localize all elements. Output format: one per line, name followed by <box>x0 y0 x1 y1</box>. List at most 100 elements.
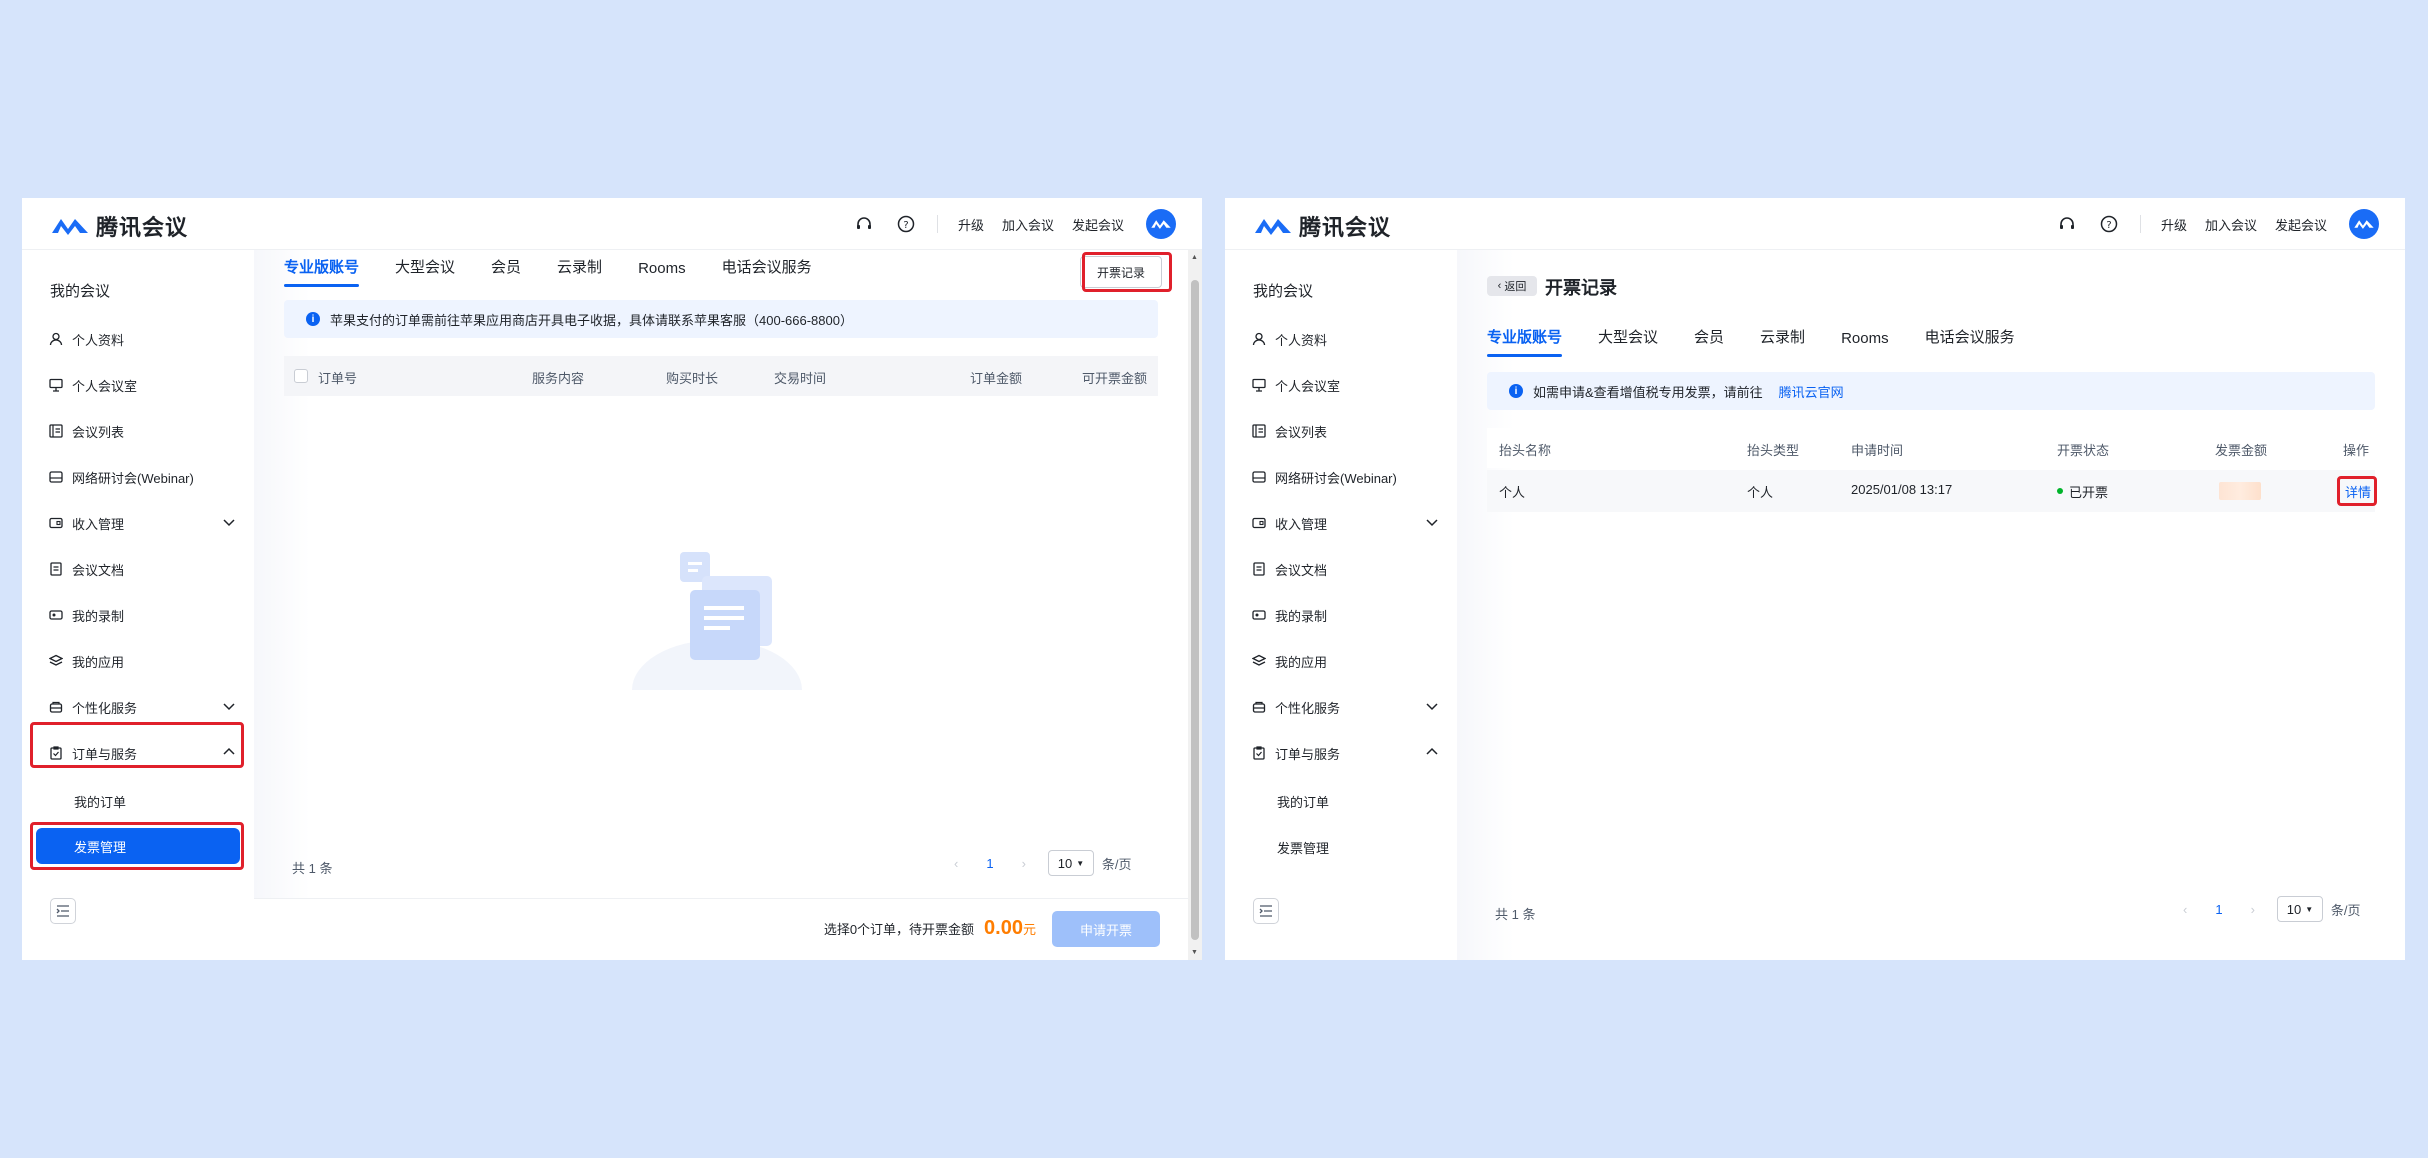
next-page-icon[interactable]: › <box>1022 856 1026 871</box>
collapse-sidebar-button[interactable] <box>50 898 76 924</box>
sidebar-item-meeting-list[interactable]: 会议列表 <box>1251 416 1451 446</box>
page-size-select[interactable]: 10 ▼ <box>1047 850 1094 876</box>
sidebar-item-income[interactable]: 收入管理 <box>48 508 248 538</box>
column-header: 服务内容 <box>532 371 585 386</box>
page-size-select[interactable]: 10 ▼ <box>2276 896 2323 922</box>
sidebar-item-meeting-room[interactable]: 个人会议室 <box>48 370 248 400</box>
sidebar-item-label: 收入管理 <box>1275 516 1328 532</box>
app-logo[interactable]: 腾讯会议 <box>50 210 188 242</box>
avatar[interactable] <box>1146 209 1176 239</box>
scroll-thumb[interactable] <box>1191 280 1199 940</box>
total-text: 共 1 条 <box>292 861 333 876</box>
select-all-checkbox[interactable] <box>294 369 308 383</box>
help-icon[interactable]: ? <box>2098 213 2120 235</box>
prev-page-icon[interactable]: ‹ <box>2183 902 2187 917</box>
sidebar-item-webinar[interactable]: 网络研讨会(Webinar) <box>1251 462 1451 492</box>
tab-membership[interactable]: 会员 <box>491 256 521 287</box>
tab-rooms[interactable]: Rooms <box>638 260 686 287</box>
info-icon: i <box>306 312 320 326</box>
tab-cloud-recording[interactable]: 云录制 <box>557 256 602 287</box>
back-button[interactable]: ‹ 返回 <box>1487 276 1537 296</box>
sidebar-item-label: 我的录制 <box>72 608 125 624</box>
pagination: ‹ 1 › 10 ▼ 条/页 <box>2183 896 2361 922</box>
sidebar-item-webinar[interactable]: 网络研讨会(Webinar) <box>48 462 248 492</box>
sidebar-item-apps[interactable]: 我的应用 <box>1251 646 1451 676</box>
chevron-down-icon <box>1426 703 1438 711</box>
next-page-icon[interactable]: › <box>2251 902 2255 917</box>
column-header: 可开票金额 <box>1082 371 1148 386</box>
sidebar-item-income[interactable]: 收入管理 <box>1251 508 1451 538</box>
recording-icon <box>1251 607 1267 623</box>
sidebar-item-profile[interactable]: 个人资料 <box>48 324 248 354</box>
sidebar-item-recording[interactable]: 我的录制 <box>48 600 248 630</box>
webinar-icon <box>48 469 64 485</box>
sidebar-item-apps[interactable]: 我的应用 <box>48 646 248 676</box>
start-meeting-link[interactable]: 发起会议 <box>1072 215 1124 234</box>
divider <box>936 215 938 233</box>
sidebar-item-docs[interactable]: 会议文档 <box>1251 554 1451 584</box>
tab-pro-account[interactable]: 专业版账号 <box>1487 326 1563 357</box>
back-label: 返回 <box>1504 281 1527 293</box>
sidebar: 我的会议 个人资料 个人会议室 会议列表 网络研讨会(Webinar) 收入管理… <box>22 250 254 960</box>
tencent-cloud-link[interactable]: 腾讯云官网 <box>1779 382 1844 401</box>
scroll-up-icon[interactable]: ▲ <box>1191 254 1198 261</box>
sidebar-item-meeting-list[interactable]: 会议列表 <box>48 416 248 446</box>
app-logo[interactable]: 腾讯会议 <box>1253 210 1391 242</box>
recording-icon <box>48 607 64 623</box>
join-meeting-link[interactable]: 加入会议 <box>1002 215 1054 234</box>
start-meeting-link[interactable]: 发起会议 <box>2275 215 2327 234</box>
tab-large-meeting[interactable]: 大型会议 <box>1598 326 1658 357</box>
divider <box>2139 215 2141 233</box>
personalize-icon <box>48 699 64 715</box>
apps-icon <box>1251 653 1267 669</box>
page-number[interactable]: 1 <box>2215 902 2222 917</box>
meeting-room-icon <box>1251 377 1267 393</box>
scroll-down-icon[interactable]: ▼ <box>1191 949 1198 956</box>
sidebar-item-docs[interactable]: 会议文档 <box>48 554 248 584</box>
scrollbar[interactable]: ▲ ▼ <box>1188 250 1202 960</box>
collapse-sidebar-button[interactable] <box>1253 898 1279 924</box>
prev-page-icon[interactable]: ‹ <box>954 856 958 871</box>
sidebar-item-label: 个人会议室 <box>1275 378 1341 394</box>
sidebar-item-profile[interactable]: 个人资料 <box>1251 324 1451 354</box>
info-icon: i <box>1509 384 1523 398</box>
sidebar-item-label: 个人资料 <box>1275 332 1328 348</box>
sidebar-item-label: 个人资料 <box>72 332 125 348</box>
column-header: 订单金额 <box>970 371 1023 386</box>
sidebar-item-label: 会议文档 <box>1275 562 1328 578</box>
tab-large-meeting[interactable]: 大型会议 <box>395 256 455 287</box>
sidebar-subitem-invoice-management[interactable]: 发票管理 <box>1277 838 1329 857</box>
chevron-left-icon: ‹ <box>1497 280 1502 292</box>
help-icon[interactable]: ? <box>895 213 917 235</box>
sidebar-item-meeting-room[interactable]: 个人会议室 <box>1251 370 1451 400</box>
tab-cloud-recording[interactable]: 云录制 <box>1760 326 1805 357</box>
sidebar-item-orders[interactable]: 订单与服务 <box>1251 738 1451 768</box>
tab-membership[interactable]: 会员 <box>1694 326 1724 357</box>
sidebar-subitem-my-orders[interactable]: 我的订单 <box>1277 792 1329 811</box>
sidebar-item-recording[interactable]: 我的录制 <box>1251 600 1451 630</box>
sidebar-item-personalize[interactable]: 个性化服务 <box>48 692 248 722</box>
avatar[interactable] <box>2349 209 2379 239</box>
tab-phone-service[interactable]: 电话会议服务 <box>1925 326 2015 357</box>
tab-rooms[interactable]: Rooms <box>1841 330 1889 357</box>
sidebar-title: 我的会议 <box>50 283 111 300</box>
support-headset-icon[interactable] <box>853 213 875 235</box>
app-name: 腾讯会议 <box>1299 215 1392 240</box>
page-unit: 条/页 <box>2330 902 2361 918</box>
page-number[interactable]: 1 <box>986 856 993 871</box>
sidebar-item-label: 个性化服务 <box>1275 700 1341 716</box>
list-icon <box>1251 423 1267 439</box>
svg-text:?: ? <box>903 220 908 231</box>
highlight-box <box>1082 252 1172 292</box>
table-header: 抬头名称 抬头类型 申请时间 开票状态 发票金额 操作 <box>1487 428 2375 468</box>
support-headset-icon[interactable] <box>2056 213 2078 235</box>
upgrade-link[interactable]: 升级 <box>2161 215 2187 234</box>
user-icon <box>48 331 64 347</box>
apply-invoice-button[interactable]: 申请开票 <box>1052 911 1160 947</box>
tab-phone-service[interactable]: 电话会议服务 <box>722 256 812 287</box>
sidebar-subitem-my-orders[interactable]: 我的订单 <box>74 792 126 811</box>
sidebar-item-personalize[interactable]: 个性化服务 <box>1251 692 1451 722</box>
join-meeting-link[interactable]: 加入会议 <box>2205 215 2257 234</box>
upgrade-link[interactable]: 升级 <box>958 215 984 234</box>
tab-pro-account[interactable]: 专业版账号 <box>284 256 360 287</box>
